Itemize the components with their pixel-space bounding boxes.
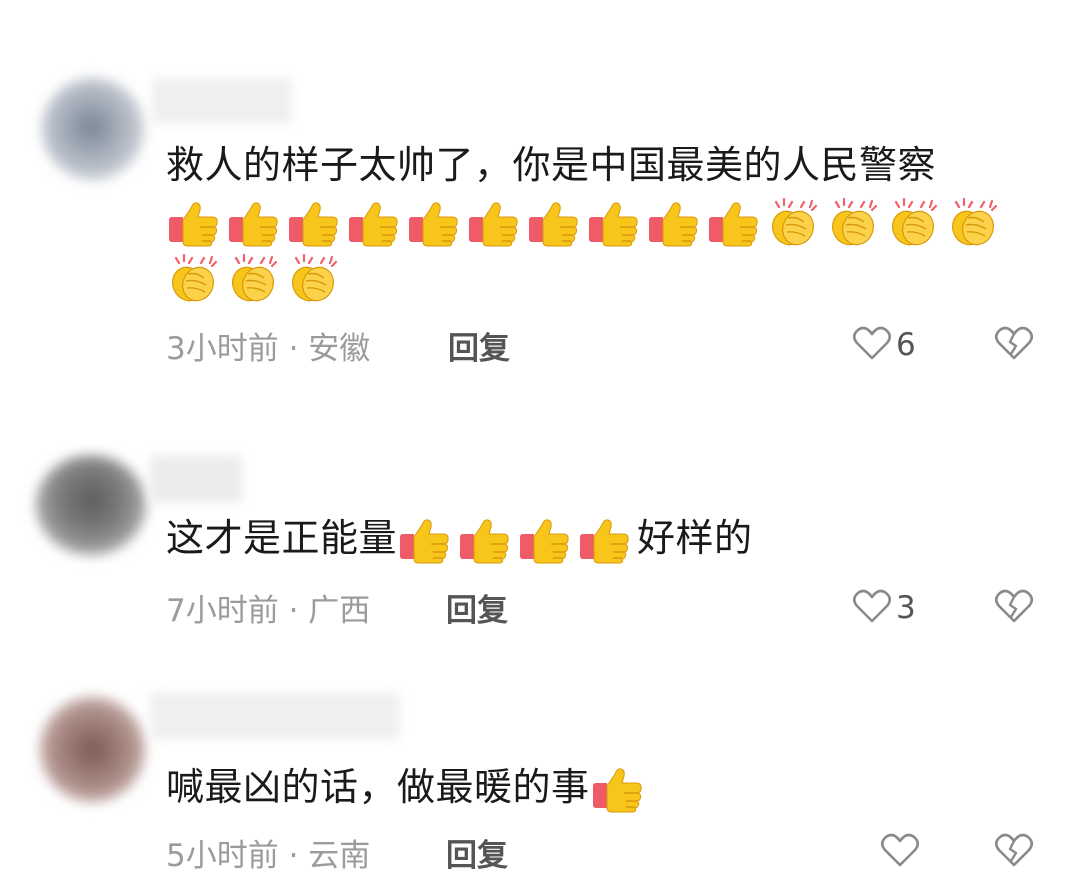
emoji-row bbox=[166, 198, 1006, 302]
comment-text: 这才是正能量 好样的 bbox=[166, 515, 753, 564]
dislike-button[interactable] bbox=[994, 588, 1034, 628]
thumbs-up-emoji-icon bbox=[526, 198, 582, 247]
heart-icon bbox=[852, 325, 892, 365]
emoji-row bbox=[590, 764, 650, 813]
thumbs-up-emoji-icon bbox=[577, 515, 633, 564]
thumbs-up-emoji-icon bbox=[466, 198, 522, 247]
thumbs-up-emoji-icon bbox=[226, 198, 282, 247]
like-button[interactable]: 3 bbox=[852, 588, 916, 628]
thumbs-up-emoji-icon bbox=[646, 198, 702, 247]
thumbs-up-emoji-icon bbox=[706, 198, 762, 247]
broken-heart-icon bbox=[994, 833, 1034, 872]
thumbs-up-emoji-icon bbox=[346, 198, 402, 247]
like-count: 3 bbox=[896, 590, 916, 626]
comment-time-location: 3小时前 · 安徽 bbox=[166, 331, 371, 367]
heart-icon bbox=[880, 832, 920, 872]
clapping-hands-emoji-icon bbox=[886, 198, 942, 246]
clapping-hands-emoji-icon bbox=[226, 254, 282, 302]
thumbs-up-emoji-icon bbox=[166, 198, 222, 247]
username-blurred[interactable] bbox=[150, 692, 400, 740]
thumbs-up-emoji-icon bbox=[517, 515, 573, 564]
thumbs-up-emoji-icon bbox=[590, 764, 646, 813]
broken-heart-icon bbox=[994, 589, 1034, 628]
heart-icon bbox=[852, 588, 892, 628]
thumbs-up-emoji-icon bbox=[406, 198, 462, 247]
like-button[interactable]: 6 bbox=[852, 325, 916, 365]
comment-time-location: 7小时前 · 广西 bbox=[166, 593, 371, 629]
clapping-hands-emoji-icon bbox=[766, 198, 822, 246]
reply-button[interactable]: 回复 bbox=[446, 830, 508, 875]
like-count: 6 bbox=[896, 327, 916, 363]
broken-heart-icon bbox=[994, 326, 1034, 365]
avatar[interactable] bbox=[36, 455, 146, 555]
reply-button[interactable]: 回复 bbox=[448, 323, 510, 368]
clapping-hands-emoji-icon bbox=[286, 254, 342, 302]
avatar[interactable] bbox=[40, 697, 145, 802]
dislike-button[interactable] bbox=[994, 325, 1034, 365]
clapping-hands-emoji-icon bbox=[946, 198, 1002, 246]
reply-button[interactable]: 回复 bbox=[446, 585, 508, 630]
comment-body-end: 好样的 bbox=[637, 516, 753, 560]
thumbs-up-emoji-icon bbox=[397, 515, 453, 564]
comment-body: 救人的样子太帅了，你是中国最美的人民警察 bbox=[166, 143, 937, 187]
comment-body: 这才是正能量 bbox=[166, 516, 398, 560]
thumbs-up-emoji-icon bbox=[286, 198, 342, 247]
comment-body: 喊最凶的话，做最暖的事 bbox=[166, 765, 590, 809]
comment-text: 救人的样子太帅了，你是中国最美的人民警察 bbox=[166, 137, 1036, 305]
avatar[interactable] bbox=[42, 78, 144, 180]
clapping-hands-emoji-icon bbox=[826, 198, 882, 246]
like-button[interactable] bbox=[880, 832, 924, 872]
username-blurred[interactable] bbox=[150, 455, 242, 503]
thumbs-up-emoji-icon bbox=[586, 198, 642, 247]
comment-time-location: 5小时前 · 云南 bbox=[166, 838, 371, 874]
comment-text: 喊最凶的话，做最暖的事 bbox=[166, 764, 650, 813]
dislike-button[interactable] bbox=[994, 832, 1034, 872]
thumbs-up-emoji-icon bbox=[457, 515, 513, 564]
clapping-hands-emoji-icon bbox=[166, 254, 222, 302]
username-blurred[interactable] bbox=[152, 78, 292, 124]
emoji-row bbox=[397, 515, 637, 564]
